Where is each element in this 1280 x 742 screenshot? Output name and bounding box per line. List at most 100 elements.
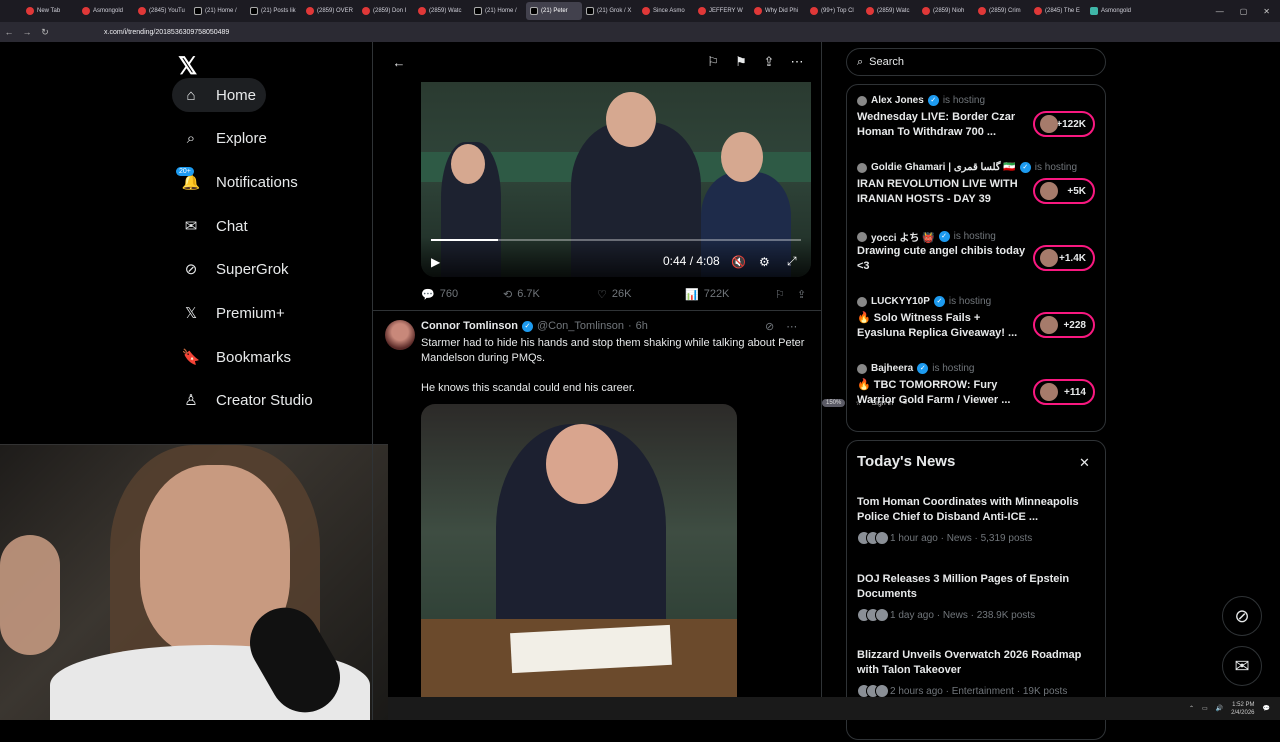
browser-tab[interactable]: (2859) Nioh — [918, 2, 974, 20]
browser-tab[interactable]: (2845) The E — [1030, 2, 1086, 20]
volume-icon[interactable]: 🔊 — [1216, 705, 1223, 712]
browser-tab[interactable]: (2859) OVER — [302, 2, 358, 20]
bookmark-icon[interactable]: ⚐ — [699, 54, 727, 70]
browser-tab[interactable]: (2859) Crim — [974, 2, 1030, 20]
video-player[interactable]: ▶ 0:44 / 4:08 🔇 ⚙ ⤢ — [421, 82, 811, 277]
flag-icon[interactable]: ⚑ — [727, 54, 755, 70]
back-icon[interactable]: ← — [0, 27, 18, 37]
network-icon[interactable]: ▭ — [1202, 705, 1208, 712]
browser-tab[interactable]: Since Asmo — [638, 2, 694, 20]
like-button[interactable]: ♡ 26K — [597, 288, 685, 301]
live-space-item[interactable]: Bajheera ✓ is hosting 🔥 TBC TOMORROW: Fury … — [857, 363, 1097, 423]
browser-tab[interactable]: New Tab — [22, 2, 78, 20]
browser-tab[interactable]: JEFFERY W — [694, 2, 750, 20]
listener-count-pill[interactable]: +5K — [1033, 178, 1095, 204]
author-name[interactable]: Connor Tomlinson — [421, 320, 518, 332]
like-count: 26K — [611, 288, 632, 300]
notification-icon[interactable]: 💬 — [1263, 705, 1270, 712]
views-button[interactable]: 📊 722K — [685, 288, 775, 301]
listener-count-pill[interactable]: +228 — [1033, 312, 1095, 338]
verified-icon: ✓ — [521, 320, 533, 332]
close-window-icon[interactable]: ✕ — [1263, 7, 1270, 16]
fullscreen-icon[interactable]: ⤢ — [787, 254, 797, 269]
news-item[interactable]: Blizzard Unveils Overwatch 2026 Roadmap … — [857, 648, 1097, 698]
browser-tab[interactable]: (99+) Top Cl — [806, 2, 862, 20]
forward-icon[interactable]: → — [18, 27, 36, 37]
browser-tab[interactable]: (21) Home / — [190, 2, 246, 20]
share-post-icon[interactable]: ⇪ — [797, 288, 806, 301]
post-image[interactable] — [421, 404, 737, 720]
browser-tab[interactable]: (21) Posts lik — [246, 2, 302, 20]
browser-tab[interactable]: (2859) Watc — [414, 2, 470, 20]
right-sidebar: ⌕ Search Alex Jones ✓ is hosting Wednesday … — [822, 42, 1280, 740]
host-avatar — [857, 296, 867, 307]
browser-tab[interactable]: Asmongold — [78, 2, 134, 20]
live-space-item[interactable]: yocci よち 👹 ✓ is hosting Drawing cute angel … — [857, 229, 1097, 289]
listener-count-pill[interactable]: +122K — [1033, 111, 1095, 137]
browser-tab[interactable]: (2859) Don I — [358, 2, 414, 20]
sidebar-item-premium[interactable]: 𝕏 Premium+ — [172, 296, 295, 330]
close-icon[interactable]: ✕ — [1079, 455, 1090, 471]
browser-tab[interactable]: (21) Grok / X — [582, 2, 638, 20]
minimize-icon[interactable]: — — [1216, 7, 1224, 16]
browser-tab[interactable]: (21) Home / — [470, 2, 526, 20]
sidebar-item-notifications[interactable]: 🔔 20+ Notifications — [172, 165, 308, 199]
sidebar-item-explore[interactable]: ⌕ Explore — [172, 121, 277, 155]
browser-tab[interactable]: Why Did Phi — [750, 2, 806, 20]
play-icon[interactable]: ▶ — [431, 255, 440, 269]
tab-label: (2859) Don I — [373, 8, 407, 14]
author-handle[interactable]: @Con_Tomlinson — [537, 320, 624, 332]
post-time[interactable]: 6h — [636, 320, 648, 332]
space-host-line: yocci よち 👹 ✓ is hosting — [857, 229, 996, 244]
image-papers — [510, 624, 672, 674]
live-space-item[interactable]: LUCKYY10P ✓ is hosting 🔥 Solo Witness Fails… — [857, 296, 1097, 356]
browser-tab[interactable]: (21) Peter — [526, 2, 582, 20]
news-avatars — [857, 684, 889, 698]
video-progress-bar[interactable] — [431, 239, 801, 241]
mute-icon[interactable]: 🔇 — [731, 255, 746, 269]
separator-dot: · — [627, 320, 632, 332]
tab-favicon-icon — [1090, 7, 1098, 15]
browser-tab[interactable]: Asmongold — [1086, 2, 1142, 20]
news-item[interactable]: DOJ Releases 3 Million Pages of Epstein … — [857, 572, 1097, 622]
sidebar-item-supergrok[interactable]: ⊘ SuperGrok — [172, 252, 299, 286]
settings-icon[interactable]: ⚙ — [759, 255, 770, 269]
more-icon[interactable]: ⋯ — [783, 54, 811, 70]
reply-button[interactable]: 💬 760 — [421, 288, 503, 301]
grok-icon: ⊘ — [184, 261, 198, 278]
more-icon[interactable]: ⋯ — [786, 320, 797, 333]
live-space-item[interactable]: Alex Jones ✓ is hosting Wednesday LIVE: Bor… — [857, 95, 1097, 155]
repost-button[interactable]: ⟲ 6.7K — [503, 288, 597, 301]
x-logo-icon[interactable]: 𝕏 — [178, 52, 197, 81]
mail-icon: ✉ — [1234, 655, 1250, 676]
news-meta: 1 day ago · News · 238.9K posts — [890, 609, 1036, 621]
maximize-icon[interactable]: ▢ — [1240, 7, 1248, 16]
tab-label: (21) Home / — [205, 8, 237, 14]
bookmark-icon: 🔖 — [181, 349, 201, 366]
news-item[interactable]: Tom Homan Coordinates with Minneapolis P… — [857, 495, 1097, 545]
search-input[interactable]: ⌕ Search — [846, 48, 1106, 76]
share-icon[interactable]: ⇪ — [755, 54, 783, 70]
clock[interactable]: 1:52 PM 2/4/2026 — [1231, 701, 1254, 717]
tray-chevron-icon[interactable]: ⌃ — [1189, 705, 1194, 712]
reload-icon[interactable]: ↻ — [36, 27, 54, 38]
sidebar-item-home[interactable]: ⌂ Home — [172, 78, 267, 112]
url-field[interactable]: x.com/i/trending/2018536309758050489 — [104, 29, 229, 36]
browser-tab[interactable]: (2845) YouTu — [134, 2, 190, 20]
back-arrow-icon[interactable]: ← — [385, 55, 413, 70]
bookmark-post-icon[interactable]: ⚐ — [775, 288, 797, 301]
verified-icon: ✓ — [938, 231, 950, 242]
messages-fab-button[interactable]: ✉ — [1222, 646, 1262, 686]
listener-count-pill[interactable]: +114 — [1033, 379, 1095, 405]
grok-icon[interactable]: ⊘ — [765, 320, 774, 333]
browser-tab[interactable]: (2859) Watc — [862, 2, 918, 20]
listener-count-pill[interactable]: +1.4K — [1033, 245, 1095, 271]
sidebar-item-bookmarks[interactable]: 🔖 Bookmarks — [172, 340, 301, 374]
grok-fab-button[interactable]: ⊘ — [1222, 596, 1262, 636]
avatar[interactable] — [385, 320, 415, 350]
creator-icon: ♙ — [184, 392, 198, 409]
sidebar-item-creator-studio[interactable]: ♙ Creator Studio — [172, 383, 323, 417]
space-host-line: LUCKYY10P ✓ is hosting — [857, 296, 991, 307]
live-space-item[interactable]: Goldie Ghamari | گلسا قمری 🇮🇷 ✓ is hosting… — [857, 162, 1097, 222]
sidebar-item-chat[interactable]: ✉ Chat — [172, 209, 258, 243]
